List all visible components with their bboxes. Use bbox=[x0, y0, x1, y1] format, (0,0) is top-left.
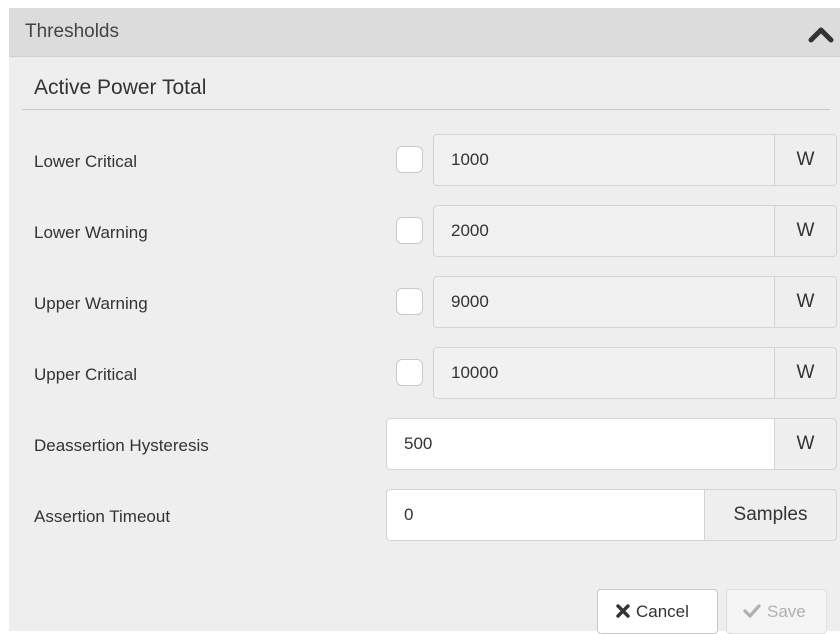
lower-critical-input[interactable] bbox=[433, 134, 774, 186]
upper-critical-checkbox[interactable] bbox=[396, 359, 423, 386]
lower-warning-unit: W bbox=[774, 205, 837, 257]
panel-header[interactable]: Thresholds bbox=[9, 8, 840, 57]
check-icon bbox=[743, 604, 761, 618]
upper-warning-checkbox[interactable] bbox=[396, 288, 423, 315]
assertion-timeout-label: Assertion Timeout bbox=[34, 507, 171, 526]
deassertion-hysteresis-unit: W bbox=[774, 418, 837, 470]
assertion-timeout-input[interactable] bbox=[386, 489, 704, 541]
save-button[interactable]: Save bbox=[726, 589, 827, 634]
lower-warning-input[interactable] bbox=[433, 205, 774, 257]
upper-critical-label: Upper Critical bbox=[34, 365, 137, 384]
chevron-up-icon[interactable] bbox=[808, 23, 834, 45]
upper-critical-unit: W bbox=[774, 347, 837, 399]
upper-critical-input[interactable] bbox=[433, 347, 774, 399]
lower-critical-unit: W bbox=[774, 134, 837, 186]
thresholds-panel: Thresholds Active Power Total Lower Crit… bbox=[9, 8, 840, 631]
assertion-timeout-unit: Samples bbox=[704, 489, 837, 541]
cancel-button-label: Cancel bbox=[636, 602, 689, 621]
deassertion-hysteresis-input[interactable] bbox=[386, 418, 774, 470]
lower-critical-checkbox[interactable] bbox=[396, 146, 423, 173]
panel-title: Thresholds bbox=[25, 21, 119, 42]
x-icon bbox=[616, 604, 630, 618]
upper-warning-input[interactable] bbox=[433, 276, 774, 328]
lower-warning-label: Lower Warning bbox=[34, 223, 148, 242]
cancel-button[interactable]: Cancel bbox=[597, 589, 718, 634]
upper-warning-label: Upper Warning bbox=[34, 294, 148, 313]
upper-warning-unit: W bbox=[774, 276, 837, 328]
lower-warning-checkbox[interactable] bbox=[396, 217, 423, 244]
lower-critical-label: Lower Critical bbox=[34, 152, 137, 171]
save-button-label: Save bbox=[767, 602, 806, 621]
section-divider bbox=[22, 109, 830, 110]
section-title: Active Power Total bbox=[34, 76, 207, 99]
deassertion-hysteresis-label: Deassertion Hysteresis bbox=[34, 436, 209, 455]
